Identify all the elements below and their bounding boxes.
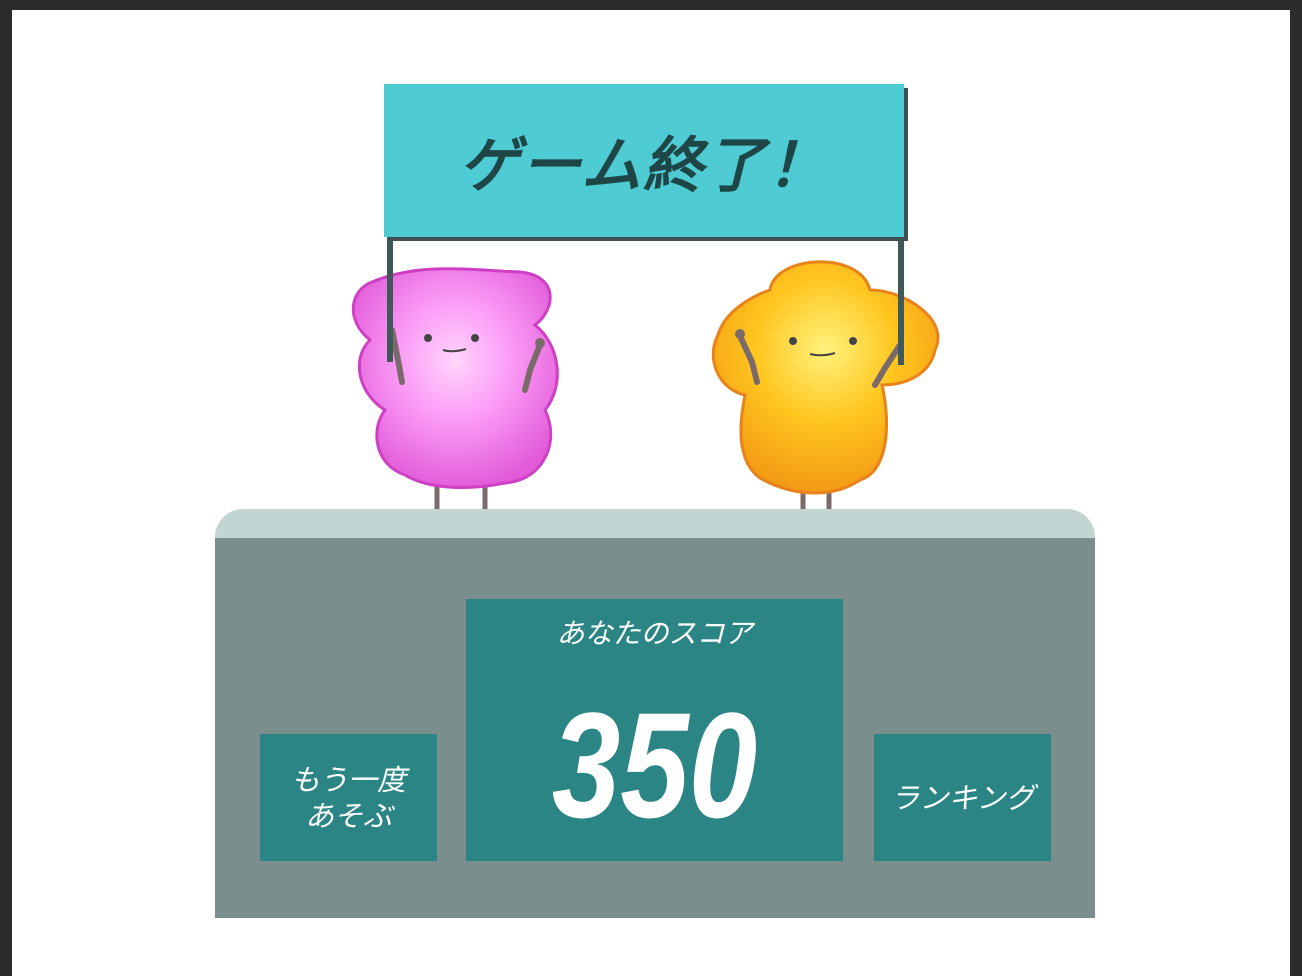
play-again-button[interactable]: もう一度 あそぶ [260, 734, 437, 861]
ranking-button[interactable]: ランキング [874, 734, 1051, 861]
yellow-character [711, 260, 940, 532]
play-again-label-line2: あそぶ [304, 798, 392, 833]
score-value: 350 [551, 681, 758, 849]
banner-pole-right [898, 237, 904, 365]
game-over-banner: ゲーム終了！ [384, 84, 904, 237]
pink-character [351, 267, 559, 530]
ranking-label: ランキング [890, 780, 1035, 815]
banner-pole-left [387, 237, 393, 362]
score-label: あなたのスコア [556, 617, 753, 650]
play-again-label-line1: もう一度 [290, 762, 407, 797]
game-over-title: ゲーム終了！ [458, 131, 830, 201]
